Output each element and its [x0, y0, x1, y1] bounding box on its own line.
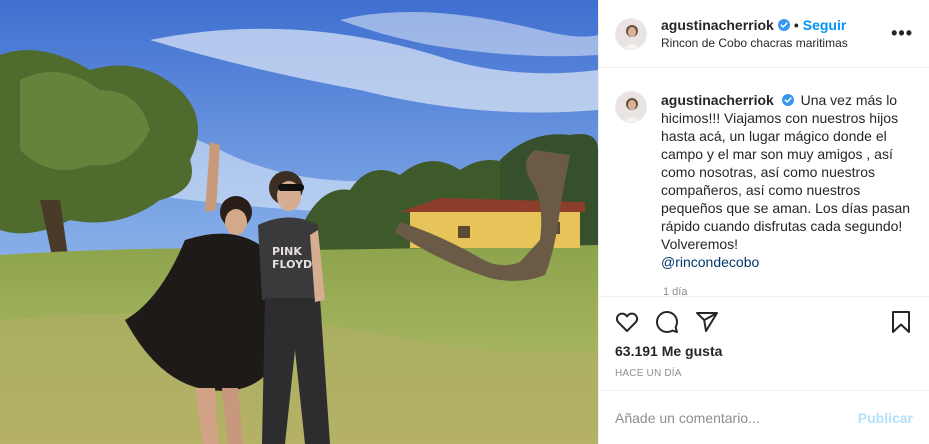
comments-section: agustinacherriok Una vez más lo hicimos!…	[599, 69, 929, 296]
post-photo-image: PINK FLOYD	[0, 0, 598, 444]
post-location[interactable]: Rincon de Cobo chacras maritimas	[661, 36, 883, 50]
likes-count[interactable]: 63.191 Me gusta	[615, 343, 722, 359]
header-username[interactable]: agustinacherriok	[661, 17, 774, 33]
post-header: agustinacherriok • Seguir Rincon de Cobo…	[599, 0, 929, 68]
caption-mention[interactable]: @rincondecobo	[661, 254, 759, 270]
comment-icon[interactable]	[655, 310, 679, 334]
caption-time: 1 día	[663, 286, 688, 296]
comment-input[interactable]	[615, 409, 858, 426]
post-caption: agustinacherriok Una vez más lo hicimos!…	[661, 91, 913, 296]
verified-badge-icon	[777, 19, 790, 31]
caption-avatar-image	[616, 92, 646, 122]
post-sidebar: agustinacherriok • Seguir Rincon de Cobo…	[598, 0, 929, 444]
post-photo[interactable]: PINK FLOYD	[0, 0, 598, 444]
header-user-row: agustinacherriok • Seguir	[661, 17, 883, 33]
more-options-icon[interactable]: •••	[883, 23, 913, 44]
heart-icon[interactable]	[615, 310, 639, 334]
caption-text: Una vez más lo hicimos!!! Viajamos con n…	[661, 92, 911, 252]
avatar[interactable]	[615, 17, 647, 50]
header-text: agustinacherriok • Seguir Rincon de Cobo…	[661, 17, 883, 50]
action-bar	[599, 296, 929, 346]
add-comment-bar: Publicar	[599, 390, 929, 444]
caption-username[interactable]: agustinacherriok	[661, 92, 774, 108]
bookmark-icon[interactable]	[889, 310, 913, 334]
separator-dot: •	[793, 17, 799, 33]
caption-avatar[interactable]	[615, 91, 647, 123]
svg-text:FLOYD: FLOYD	[272, 258, 312, 271]
avatar-image	[616, 18, 646, 49]
follow-button[interactable]: Seguir	[803, 17, 847, 33]
publish-button[interactable]: Publicar	[858, 410, 913, 426]
svg-text:PINK: PINK	[272, 245, 302, 258]
share-icon[interactable]	[695, 310, 719, 334]
verified-badge-icon	[781, 94, 794, 106]
instagram-post: PINK FLOYD agustinacherriok • Seguir Rin…	[0, 0, 929, 444]
post-timestamp[interactable]: HACE UN DÍA	[615, 368, 682, 379]
